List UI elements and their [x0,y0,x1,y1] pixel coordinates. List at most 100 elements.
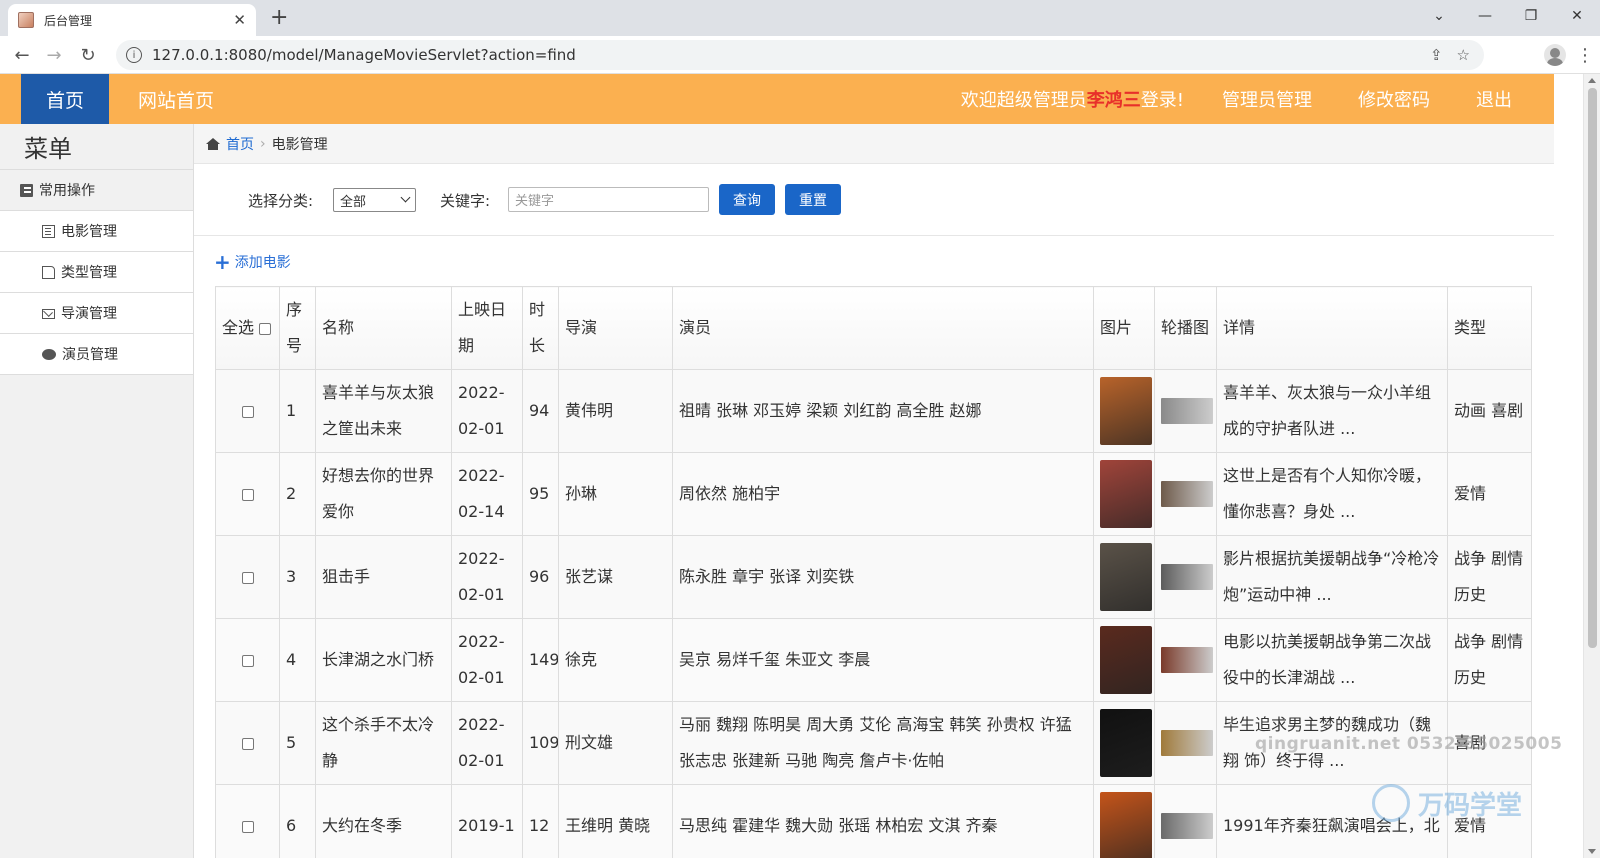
row-release-date: 2022-02-01 [451,701,523,785]
restore-icon[interactable]: ❐ [1508,0,1554,32]
row-checkbox[interactable] [241,488,254,501]
row-index: 4 [279,618,316,702]
nav-admin-manage-link[interactable]: 管理员管理 [1222,86,1312,112]
add-movie-label: 添加电影 [234,255,291,271]
row-index: 3 [279,535,316,619]
browser-menu-icon[interactable]: ⋮ [1576,45,1594,66]
query-button[interactable]: 查询 [719,184,775,215]
row-duration: 96 [522,535,559,619]
scroll-down-icon[interactable] [1588,849,1596,854]
row-director: 张艺谋 [558,535,673,619]
browser-tab[interactable]: 后台管理 ✕ [8,4,256,36]
movie-poster-image[interactable] [1100,460,1152,528]
movie-carousel-image[interactable] [1161,813,1213,839]
select-all-checkbox[interactable] [259,322,272,335]
movie-poster-image[interactable] [1100,792,1152,858]
sidebar-item-actors[interactable]: 演员管理 [0,334,193,375]
row-index: 6 [279,784,316,858]
sidebar-item-genres[interactable]: 类型管理 [0,252,193,293]
back-icon[interactable]: ← [6,36,38,74]
page-scrollbar[interactable] [1583,74,1600,858]
movie-table: 全选 序号 名称 上映日期 时长 导演 演员 图片 轮播图 详情 类型 1 喜羊羊… [215,286,1532,858]
row-duration: 12 [522,784,559,858]
movie-carousel-image[interactable] [1161,481,1213,507]
row-carousel-cell [1154,701,1217,785]
row-poster-cell [1093,701,1155,785]
row-actors: 祖晴 张琳 邓玉婷 梁颖 刘红韵 高全胜 赵娜 [672,369,1094,453]
movie-carousel-image[interactable] [1161,398,1213,424]
breadcrumb-separator: › [260,135,266,152]
col-genre: 类型 [1447,286,1532,370]
watermark-logo-icon [1372,784,1410,822]
category-selected-value: 全部 [340,194,367,210]
forward-icon[interactable]: → [38,36,70,74]
col-director: 导演 [558,286,673,370]
watermark-text: qingruanit.net 0532-85025005 [1255,734,1563,754]
row-duration: 109 [522,701,559,785]
reload-icon[interactable]: ↻ [72,36,104,74]
scroll-up-icon[interactable] [1588,78,1596,83]
sidebar-item-label: 导演管理 [61,306,117,322]
row-checkbox[interactable] [241,405,254,418]
movie-carousel-image[interactable] [1161,647,1213,673]
row-poster-cell [1093,369,1155,453]
window-controls: ⌄ — ❐ ✕ [1416,0,1600,32]
table-row: 4 长津湖之水门桥 2022-02-01 149 徐克 吴京 易烊千玺 朱亚文 李晨 电影以… [215,618,1532,702]
col-poster: 图片 [1093,286,1155,370]
share-icon[interactable]: ⇪ [1430,46,1443,64]
row-poster-cell [1093,618,1155,702]
sidebar-group-label: 常用操作 [39,183,95,199]
col-carousel: 轮播图 [1154,286,1217,370]
reset-button[interactable]: 重置 [785,184,841,215]
table-row: 6 大约在冬季 2019-1 12 王维明 黄晓 马思纯 霍建华 魏大勋 张瑶 林柏宏 文… [215,784,1532,858]
row-checkbox[interactable] [241,654,254,667]
file-icon [42,265,55,279]
row-checkbox[interactable] [241,737,254,750]
profile-avatar-icon[interactable] [1544,44,1566,66]
movie-poster-image[interactable] [1100,377,1152,445]
row-checkbox[interactable] [241,571,254,584]
bookmark-star-icon[interactable]: ☆ [1457,46,1470,64]
movie-carousel-image[interactable] [1161,564,1213,590]
movie-poster-image[interactable] [1100,626,1152,694]
admin-name: 李鸿三 [1086,90,1141,111]
close-window-icon[interactable]: ✕ [1554,0,1600,32]
row-name: 这个杀手不太冷静 [315,701,452,785]
tab-search-icon[interactable]: ⌄ [1416,0,1462,32]
site-info-icon[interactable]: i [126,47,142,63]
breadcrumb-home-link[interactable]: 首页 [226,134,254,154]
row-duration: 149 [522,618,559,702]
sidebar-item-directors[interactable]: 导演管理 [0,293,193,334]
welcome-message: 欢迎超级管理员李鸿三登录! [961,86,1184,112]
new-tab-icon[interactable]: + [270,4,288,32]
category-select[interactable]: 全部 [333,188,416,212]
sidebar-item-label: 演员管理 [62,347,118,363]
movie-poster-image[interactable] [1100,543,1152,611]
welcome-prefix: 欢迎超级管理员 [960,90,1087,111]
sidebar-title: 菜单 [0,124,193,170]
nav-logout-link[interactable]: 退出 [1476,86,1512,112]
row-poster-cell [1093,452,1155,536]
row-carousel-cell [1154,369,1217,453]
movie-poster-image[interactable] [1100,709,1152,777]
row-carousel-cell [1154,784,1217,858]
search-form: 选择分类: 全部 关键字: 关键字 查询 重置 [194,164,1554,236]
sidebar-item-movies[interactable]: 电影管理 [0,211,193,252]
nav-change-password-link[interactable]: 修改密码 [1358,86,1430,112]
row-actors: 马思纯 霍建华 魏大勋 张瑶 林柏宏 文淇 齐秦 [672,784,1094,858]
close-tab-icon[interactable]: ✕ [233,11,246,29]
add-movie-link[interactable]: + 添加电影 [214,252,291,272]
nav-home-link[interactable]: 首页 [21,74,109,124]
nav-site-home-link[interactable]: 网站首页 [138,74,214,124]
scroll-thumb[interactable] [1588,88,1597,648]
url-bar[interactable]: i 127.0.0.1:8080/model/ManageMovieServle… [116,40,1484,70]
table-row: 2 好想去你的世界爱你 2022-02-14 95 孙琳 周依然 施柏宇 这世上是否有个人知… [215,452,1532,536]
movie-carousel-image[interactable] [1161,730,1213,756]
sidebar-group-common[interactable]: 常用操作 [0,170,193,211]
table-row: 1 喜羊羊与灰太狼之筐出未来 2022-02-01 94 黄伟明 祖晴 张琳 邓玉婷 梁颖… [215,369,1532,453]
minimize-icon[interactable]: — [1462,0,1508,32]
keyword-input[interactable]: 关键字 [508,187,709,212]
row-checkbox[interactable] [241,820,254,833]
table-header-row: 全选 序号 名称 上映日期 时长 导演 演员 图片 轮播图 详情 类型 [215,286,1532,370]
row-poster-cell [1093,784,1155,858]
